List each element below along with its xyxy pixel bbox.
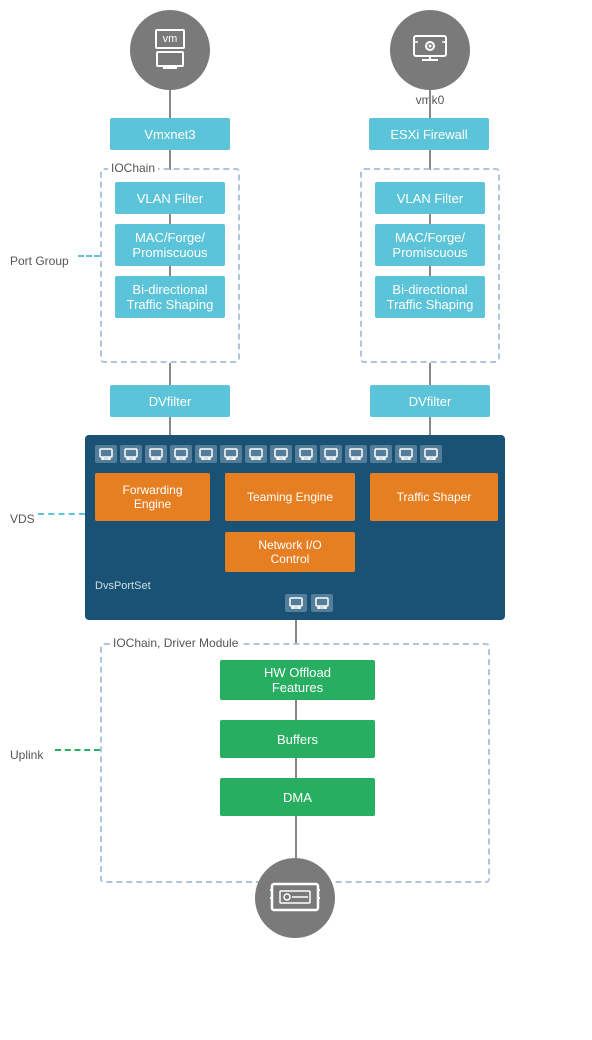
uplink-line xyxy=(55,749,100,751)
buffers-to-dma-line xyxy=(295,758,297,778)
port-icon-4 xyxy=(170,445,192,463)
vlan-filter-right: VLAN Filter xyxy=(375,182,485,214)
dma-box: DMA xyxy=(220,778,375,816)
port-icon-11 xyxy=(345,445,367,463)
bottom-port-icons xyxy=(285,594,333,612)
dvs-port-set-label: DvsPortSet xyxy=(95,580,151,592)
nic-circle xyxy=(255,858,335,938)
left-connector-1 xyxy=(169,214,171,224)
vmxnet3-box: Vmxnet3 xyxy=(110,118,230,150)
dvfilter-left: DVfilter xyxy=(110,385,230,417)
diagram: vm vmk0 Vmxnet3 xyxy=(0,0,592,1040)
right-connector-2 xyxy=(429,266,431,276)
iochain-label: IOChain xyxy=(108,161,158,175)
port-icon-9 xyxy=(295,445,317,463)
port-icon-12 xyxy=(370,445,392,463)
vmxnet3-down-line xyxy=(169,150,171,170)
port-icon-10 xyxy=(320,445,342,463)
esxi-firewall-box: ESXi Firewall xyxy=(369,118,489,150)
left-connector-2 xyxy=(169,266,171,276)
port-icons-row xyxy=(95,445,442,463)
iochain-driver-label: IOChain, Driver Module xyxy=(110,636,241,650)
esxi-down-line xyxy=(429,150,431,170)
dvfilter-right: DVfilter xyxy=(370,385,490,417)
vds-line xyxy=(38,513,85,515)
right-dvfilter-to-vds xyxy=(429,417,431,435)
dma-to-bottom-line xyxy=(295,816,297,858)
teaming-engine-box: Teaming Engine xyxy=(225,473,355,521)
bottom-port-icon-2 xyxy=(311,594,333,612)
vm-connector-line xyxy=(169,90,171,118)
hw-offload-box: HW Offload Features xyxy=(220,660,375,700)
mac-forge-right: MAC/Forge/ Promiscuous xyxy=(375,224,485,266)
left-dvfilter-to-vds xyxy=(169,417,171,435)
port-icon-13 xyxy=(395,445,417,463)
port-icon-6 xyxy=(220,445,242,463)
port-icon-14 xyxy=(420,445,442,463)
port-group-label: Port Group xyxy=(10,254,69,268)
left-to-dvfilter-line xyxy=(169,363,171,385)
uplink-label: Uplink xyxy=(10,748,43,762)
right-to-dvfilter-line xyxy=(429,363,431,385)
port-icon-5 xyxy=(195,445,217,463)
vmk0-circle xyxy=(390,10,470,90)
bottom-port-icon-1 xyxy=(285,594,307,612)
hw-to-buffers-line xyxy=(295,700,297,720)
network-io-control-box: Network I/O Control xyxy=(225,532,355,572)
buffers-box: Buffers xyxy=(220,720,375,758)
port-icon-7 xyxy=(245,445,267,463)
vm-circle: vm xyxy=(130,10,210,90)
vmk0-connector-line xyxy=(429,90,431,118)
forwarding-engine-box: Forwarding Engine xyxy=(95,473,210,521)
bidirectional-left: Bi-directional Traffic Shaping xyxy=(115,276,225,318)
port-icon-3 xyxy=(145,445,167,463)
vlan-filter-left: VLAN Filter xyxy=(115,182,225,214)
vds-label: VDS xyxy=(10,512,35,526)
port-icon-1 xyxy=(95,445,117,463)
traffic-shaper-box: Traffic Shaper xyxy=(370,473,498,521)
port-icon-8 xyxy=(270,445,292,463)
right-connector-1 xyxy=(429,214,431,224)
port-group-line xyxy=(78,255,100,257)
vds-container: Forwarding Engine Teaming Engine Traffic… xyxy=(85,435,505,620)
vds-to-iochain-driver xyxy=(295,620,297,645)
bidirectional-right: Bi-directional Traffic Shaping xyxy=(375,276,485,318)
mac-forge-left: MAC/Forge/ Promiscuous xyxy=(115,224,225,266)
port-icon-2 xyxy=(120,445,142,463)
